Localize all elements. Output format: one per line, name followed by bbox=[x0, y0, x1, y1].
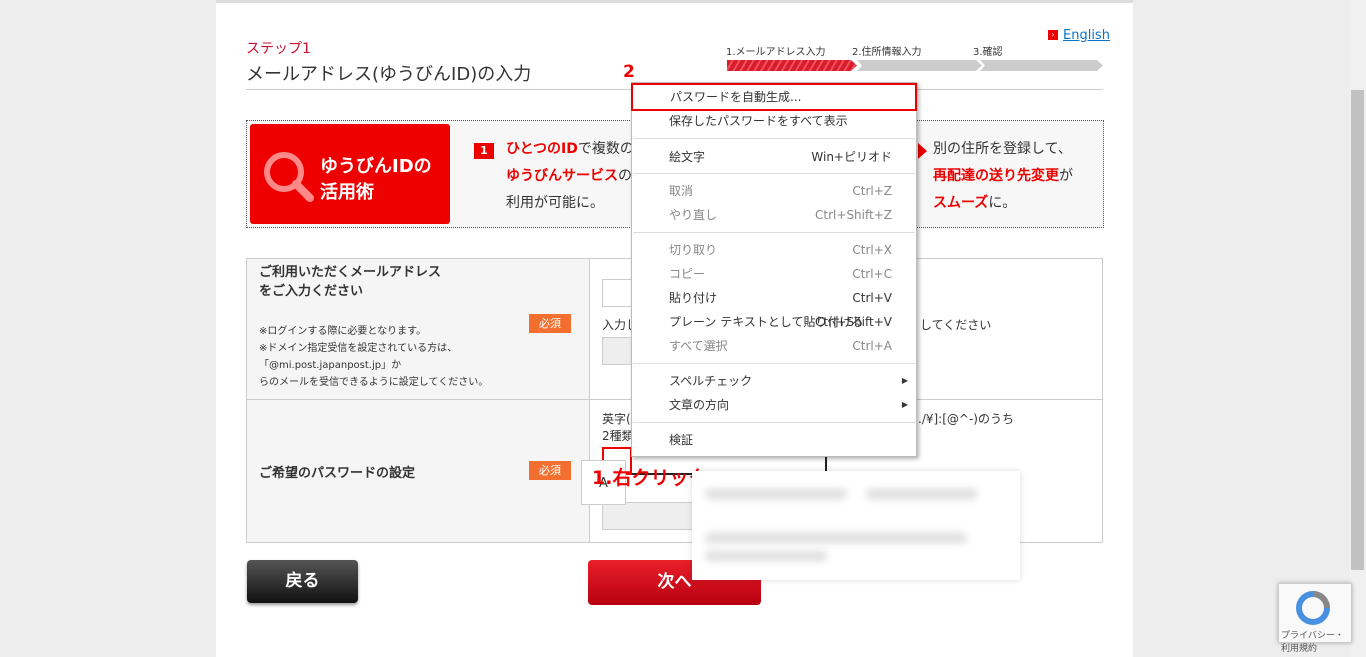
menu-item-label: 貼り付け bbox=[669, 291, 718, 305]
email-hint: してください bbox=[920, 318, 992, 332]
submenu-arrow-icon: ▶ bbox=[901, 376, 908, 385]
emphasis: ひとつのID bbox=[506, 141, 578, 157]
context-menu-item[interactable]: すべて選択 Ctrl+A bbox=[632, 335, 916, 357]
password-suggestion-popup bbox=[692, 471, 1020, 580]
page-title: メールアドレス(ゆうびんID)の入力 bbox=[246, 64, 532, 85]
menu-item-label: すべて選択 bbox=[669, 339, 728, 353]
context-menu-item[interactable]: 文章の方向 ▶ bbox=[632, 394, 916, 416]
text: の bbox=[618, 168, 632, 184]
menu-item-label: 取消 bbox=[669, 184, 694, 198]
menu-separator bbox=[633, 173, 915, 174]
badge-title-2: 活用術 bbox=[320, 182, 374, 203]
context-menu-item[interactable]: パスワードを自動生成... bbox=[631, 83, 917, 111]
banner-item-1: ひとつのIDで複数の ゆうびんサービスの 利用が可能に。 bbox=[506, 136, 634, 217]
menu-item-label: コピー bbox=[669, 267, 706, 281]
emphasis: スムーズ bbox=[933, 195, 989, 211]
chevron-right-icon: › bbox=[1048, 30, 1058, 40]
menu-item-label: パスワードを自動生成... bbox=[670, 90, 802, 104]
context-menu-item[interactable]: やり直し Ctrl+Shift+Z bbox=[632, 204, 916, 226]
text: に。 bbox=[988, 195, 1017, 211]
text: 別の住所を登録して、 bbox=[933, 141, 1072, 157]
context-menu-item[interactable]: 貼り付け Ctrl+V bbox=[632, 287, 916, 309]
progress-bar-step-3 bbox=[980, 60, 1103, 71]
text: が bbox=[1059, 168, 1073, 184]
text: 利用が可能に。 bbox=[506, 195, 604, 211]
context-menu-item[interactable]: 検証 bbox=[632, 429, 916, 451]
email-label: をご入力ください bbox=[259, 284, 364, 299]
banner-item-2: 別の住所を登録して、 再配達の送り先変更が スムーズに。 bbox=[933, 136, 1073, 217]
menu-separator bbox=[633, 232, 915, 233]
recaptcha-text: プライバシー・利用規約 bbox=[1281, 631, 1344, 654]
menu-item-shortcut: Win+ピリオド bbox=[811, 150, 892, 164]
menu-item-shortcut: Ctrl+Z bbox=[852, 184, 892, 198]
menu-item-shortcut: Ctrl+Shift+V bbox=[815, 315, 892, 329]
context-menu-item[interactable]: プレーン テキストとして貼り付ける Ctrl+Shift+V bbox=[632, 311, 916, 333]
context-menu-item[interactable]: スペルチェック ▶ bbox=[632, 370, 916, 392]
progress-step-3: 3.確認 bbox=[973, 47, 1003, 58]
search-icon bbox=[264, 152, 314, 202]
menu-separator bbox=[633, 363, 915, 364]
menu-item-label: 検証 bbox=[669, 433, 694, 447]
progress-step-2: 2.住所情報入力 bbox=[852, 47, 922, 58]
password-hint: 2種類 bbox=[602, 429, 634, 443]
menu-item-label: スペルチェック bbox=[669, 374, 753, 388]
english-link[interactable]: English bbox=[1063, 28, 1110, 43]
emphasis: 再配達の送り先変更 bbox=[933, 168, 1059, 184]
required-badge: 必須 bbox=[529, 461, 571, 480]
menu-item-label: やり直し bbox=[669, 208, 718, 222]
email-note: ※ドメイン指定受信を設定されている方は、「@mi.post.japanpost.… bbox=[259, 343, 458, 371]
context-menu-item[interactable]: 保存したパスワードをすべて表示 bbox=[632, 110, 916, 132]
text: で複数の bbox=[577, 141, 634, 157]
menu-item-label: 保存したパスワードをすべて表示 bbox=[669, 114, 848, 128]
menu-item-shortcut: Ctrl+V bbox=[852, 291, 892, 305]
item-number: 1 bbox=[474, 143, 494, 159]
context-menu-item[interactable]: 取消 Ctrl+Z bbox=[632, 180, 916, 202]
menu-item-shortcut: Ctrl+A bbox=[852, 339, 892, 353]
id-usage-badge[interactable]: ゆうびんIDの 活用術 bbox=[250, 124, 450, 224]
email-label-cell: ご利用いただくメールアドレス をご入力ください 必須 ※ログインする際に必要となり… bbox=[246, 258, 590, 400]
menu-item-label: 絵文字 bbox=[669, 150, 706, 164]
arrow-icon bbox=[918, 143, 927, 159]
back-button[interactable]: 戻る bbox=[247, 560, 358, 603]
menu-item-label: 切り取り bbox=[669, 243, 718, 257]
menu-item-shortcut: Ctrl+C bbox=[852, 267, 892, 281]
email-note: らのメールを受信できるように設定してください。 bbox=[259, 377, 489, 388]
email-label: ご利用いただくメールアドレス bbox=[259, 265, 442, 280]
menu-item-shortcut: Ctrl+X bbox=[852, 243, 892, 257]
badge-title-1: ゆうびんIDの bbox=[320, 156, 432, 177]
step-label: ステップ1 bbox=[246, 41, 311, 57]
progress-bar-step-1 bbox=[727, 60, 857, 71]
next-label: 次へ bbox=[657, 572, 692, 592]
progress-bar-step-2 bbox=[857, 60, 982, 71]
annotation-step-2: 2 bbox=[623, 62, 635, 82]
context-menu-item[interactable]: 切り取り Ctrl+X bbox=[632, 239, 916, 261]
context-menu-item[interactable]: コピー Ctrl+C bbox=[632, 263, 916, 285]
annotation-right-click: 1.右クリック bbox=[592, 467, 708, 489]
context-menu-item[interactable]: 絵文字 Win+ピリオド bbox=[632, 146, 916, 168]
password-hint: 英字( bbox=[602, 412, 631, 426]
emphasis: ゆうびんサービス bbox=[506, 168, 618, 184]
recaptcha-badge[interactable]: プライバシー・利用規約 bbox=[1278, 583, 1352, 654]
menu-separator bbox=[633, 138, 915, 139]
menu-separator bbox=[633, 422, 915, 423]
password-label-cell: ご希望のパスワードの設定 必須 bbox=[246, 399, 590, 543]
submenu-arrow-icon: ▶ bbox=[901, 400, 908, 409]
context-menu: パスワードを自動生成... 保存したパスワードをすべて表示 絵文字 Win+ピリオド取… bbox=[631, 82, 917, 457]
menu-item-shortcut: Ctrl+Shift+Z bbox=[815, 208, 892, 222]
recaptcha-icon bbox=[1296, 591, 1330, 625]
progress-step-1: 1.メールアドレス入力 bbox=[726, 47, 826, 58]
password-hint: く./¥]:[@^-)のうち bbox=[906, 412, 1014, 426]
required-badge: 必須 bbox=[529, 314, 571, 333]
menu-item-label: 文章の方向 bbox=[669, 398, 730, 412]
scrollbar-thumb[interactable] bbox=[1351, 90, 1364, 570]
